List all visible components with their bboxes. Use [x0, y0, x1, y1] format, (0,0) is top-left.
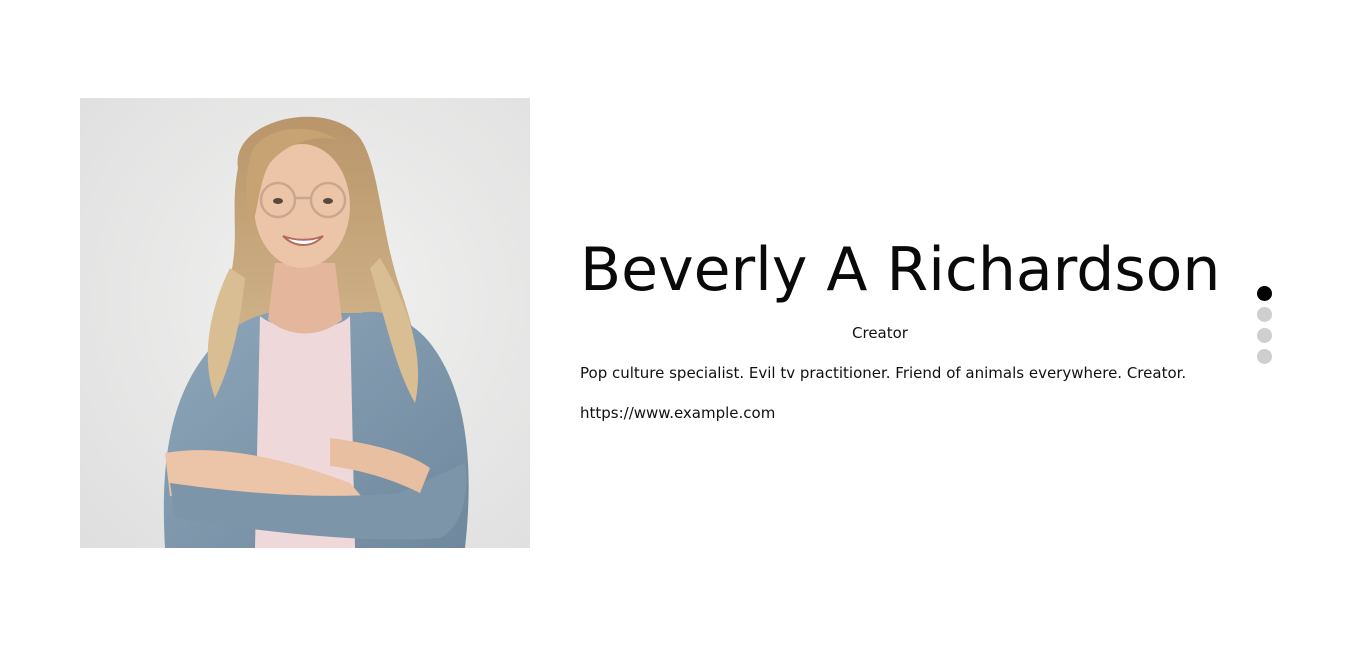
profile-bio: Pop culture specialist. Evil tv practiti…: [580, 364, 1187, 382]
carousel-dot-2[interactable]: [1257, 307, 1272, 322]
profile-info: Beverly A Richardson Creator Pop culture…: [580, 220, 1221, 423]
carousel-pagination: [1257, 286, 1273, 370]
profile-photo: [80, 98, 530, 548]
carousel-dot-4[interactable]: [1257, 349, 1272, 364]
website-link[interactable]: https://www.example.com: [580, 403, 1180, 423]
profile-role: Creator: [852, 324, 908, 342]
profile-name: Beverly A Richardson: [580, 235, 1221, 305]
carousel-dot-3[interactable]: [1257, 328, 1272, 343]
profile-page: Beverly A Richardson Creator Pop culture…: [0, 0, 1360, 650]
carousel-dot-1[interactable]: [1257, 286, 1272, 301]
